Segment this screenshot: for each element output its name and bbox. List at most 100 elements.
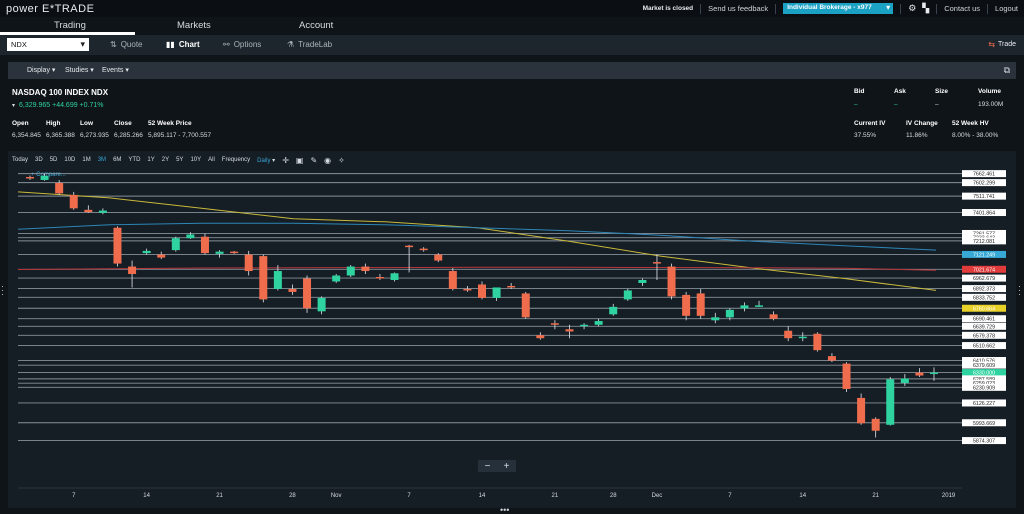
candle-body	[288, 288, 297, 292]
x-tick-label: 21	[216, 493, 223, 499]
price-label: 7212.081	[973, 239, 995, 245]
candle-body	[55, 182, 64, 194]
x-tick-label: Dec	[652, 493, 663, 499]
price-label: 6126.227	[973, 401, 995, 407]
price-label: 7401.864	[973, 211, 995, 217]
x-tick-label: 14	[479, 493, 486, 499]
x-tick-label: Nov	[331, 493, 342, 499]
candle-body	[186, 234, 195, 239]
candle-body	[711, 317, 720, 321]
candle-body	[390, 273, 399, 280]
price-label: 6639.729	[973, 324, 995, 330]
candle-body	[128, 266, 137, 275]
x-tick-label: 7	[407, 493, 411, 499]
candle-body	[40, 175, 49, 180]
price-label: 6833.752	[973, 295, 995, 301]
candle-body	[580, 324, 589, 327]
candle-body	[375, 277, 384, 279]
candle-body	[98, 210, 107, 213]
candle-body	[200, 236, 209, 254]
price-label: 7662.461	[973, 172, 995, 178]
candle-body	[492, 287, 501, 298]
candle-body	[536, 335, 545, 339]
candle-body	[565, 329, 574, 332]
price-label: 6760.664	[973, 306, 995, 312]
candle-body	[813, 333, 822, 351]
candle-body	[900, 378, 909, 383]
candle-body	[755, 305, 764, 307]
zoom-in-button[interactable]: +	[504, 461, 510, 472]
candle-body	[667, 266, 676, 297]
price-label: 6892.373	[973, 287, 995, 293]
price-label: 6379.609	[973, 363, 995, 369]
candle-body	[769, 314, 778, 319]
candle-body	[725, 309, 734, 318]
candle-body	[886, 379, 895, 425]
candle-body	[930, 372, 938, 375]
candle-body	[623, 290, 632, 300]
candle-body	[609, 306, 618, 315]
candle-body	[784, 330, 793, 339]
x-tick-label: 2019	[942, 493, 956, 499]
candle-body	[682, 294, 691, 316]
candle-body	[346, 266, 355, 276]
bottom-resize-handle[interactable]: •••	[500, 505, 509, 514]
candle-body	[696, 293, 705, 316]
candle-body	[740, 305, 749, 309]
candle-body	[638, 279, 647, 283]
candle-body	[652, 262, 661, 264]
candle-body	[594, 321, 603, 325]
candle-body	[84, 209, 93, 213]
candle-body	[448, 271, 457, 289]
candle-body	[550, 323, 559, 325]
price-label: 5874.307	[973, 439, 995, 445]
candle-body	[798, 336, 807, 339]
candle-body	[361, 266, 370, 272]
candle-body	[259, 256, 268, 300]
x-tick-label: 7	[72, 493, 76, 499]
zoom-control: − +	[478, 460, 516, 472]
candle-body	[303, 278, 312, 309]
candle-body	[405, 245, 414, 248]
candlestick-chart: 7662.4617602.2997511.7417401.8647261.577…	[17, 170, 1006, 499]
candle-body	[507, 285, 516, 288]
moving-average-line	[17, 266, 937, 271]
x-tick-label: 28	[289, 493, 296, 499]
x-tick-label: 21	[552, 493, 559, 499]
candle-body	[113, 227, 122, 264]
x-tick-label: 28	[610, 493, 617, 499]
candle-body	[171, 238, 180, 251]
price-label: 7602.299	[973, 181, 995, 187]
price-label: 7511.741	[973, 194, 995, 200]
x-tick-label: 21	[872, 493, 879, 499]
candle-body	[871, 418, 880, 431]
candle-body	[244, 254, 253, 272]
candle-body	[915, 372, 924, 376]
moving-average-line	[17, 222, 937, 251]
candle-body	[827, 356, 836, 361]
candle-body	[142, 250, 151, 254]
right-resize-handle[interactable]: · · ·	[1018, 282, 1021, 299]
price-label: 6230.909	[973, 385, 995, 391]
candle-body	[26, 176, 34, 179]
price-label: 7121.249	[973, 252, 995, 258]
x-tick-label: 7	[728, 493, 732, 499]
candle-body	[857, 397, 866, 424]
price-label: 5993.669	[973, 421, 995, 427]
candle-body	[463, 288, 472, 291]
price-label: 6579.378	[973, 333, 995, 339]
candle-body	[215, 251, 224, 254]
left-resize-handle[interactable]: · · ·	[1, 282, 4, 299]
price-label: 6962.679	[973, 276, 995, 282]
x-tick-label: 14	[143, 493, 150, 499]
candle-body	[419, 248, 428, 251]
price-label: 7021.674	[973, 267, 995, 273]
candle-body	[273, 271, 282, 289]
candle-body	[332, 275, 341, 282]
candle-body	[521, 293, 530, 318]
candle-body	[230, 251, 239, 254]
candle-body	[69, 194, 78, 209]
candle-body	[842, 363, 851, 389]
price-label: 6510.662	[973, 344, 995, 350]
zoom-out-button[interactable]: −	[485, 461, 491, 472]
